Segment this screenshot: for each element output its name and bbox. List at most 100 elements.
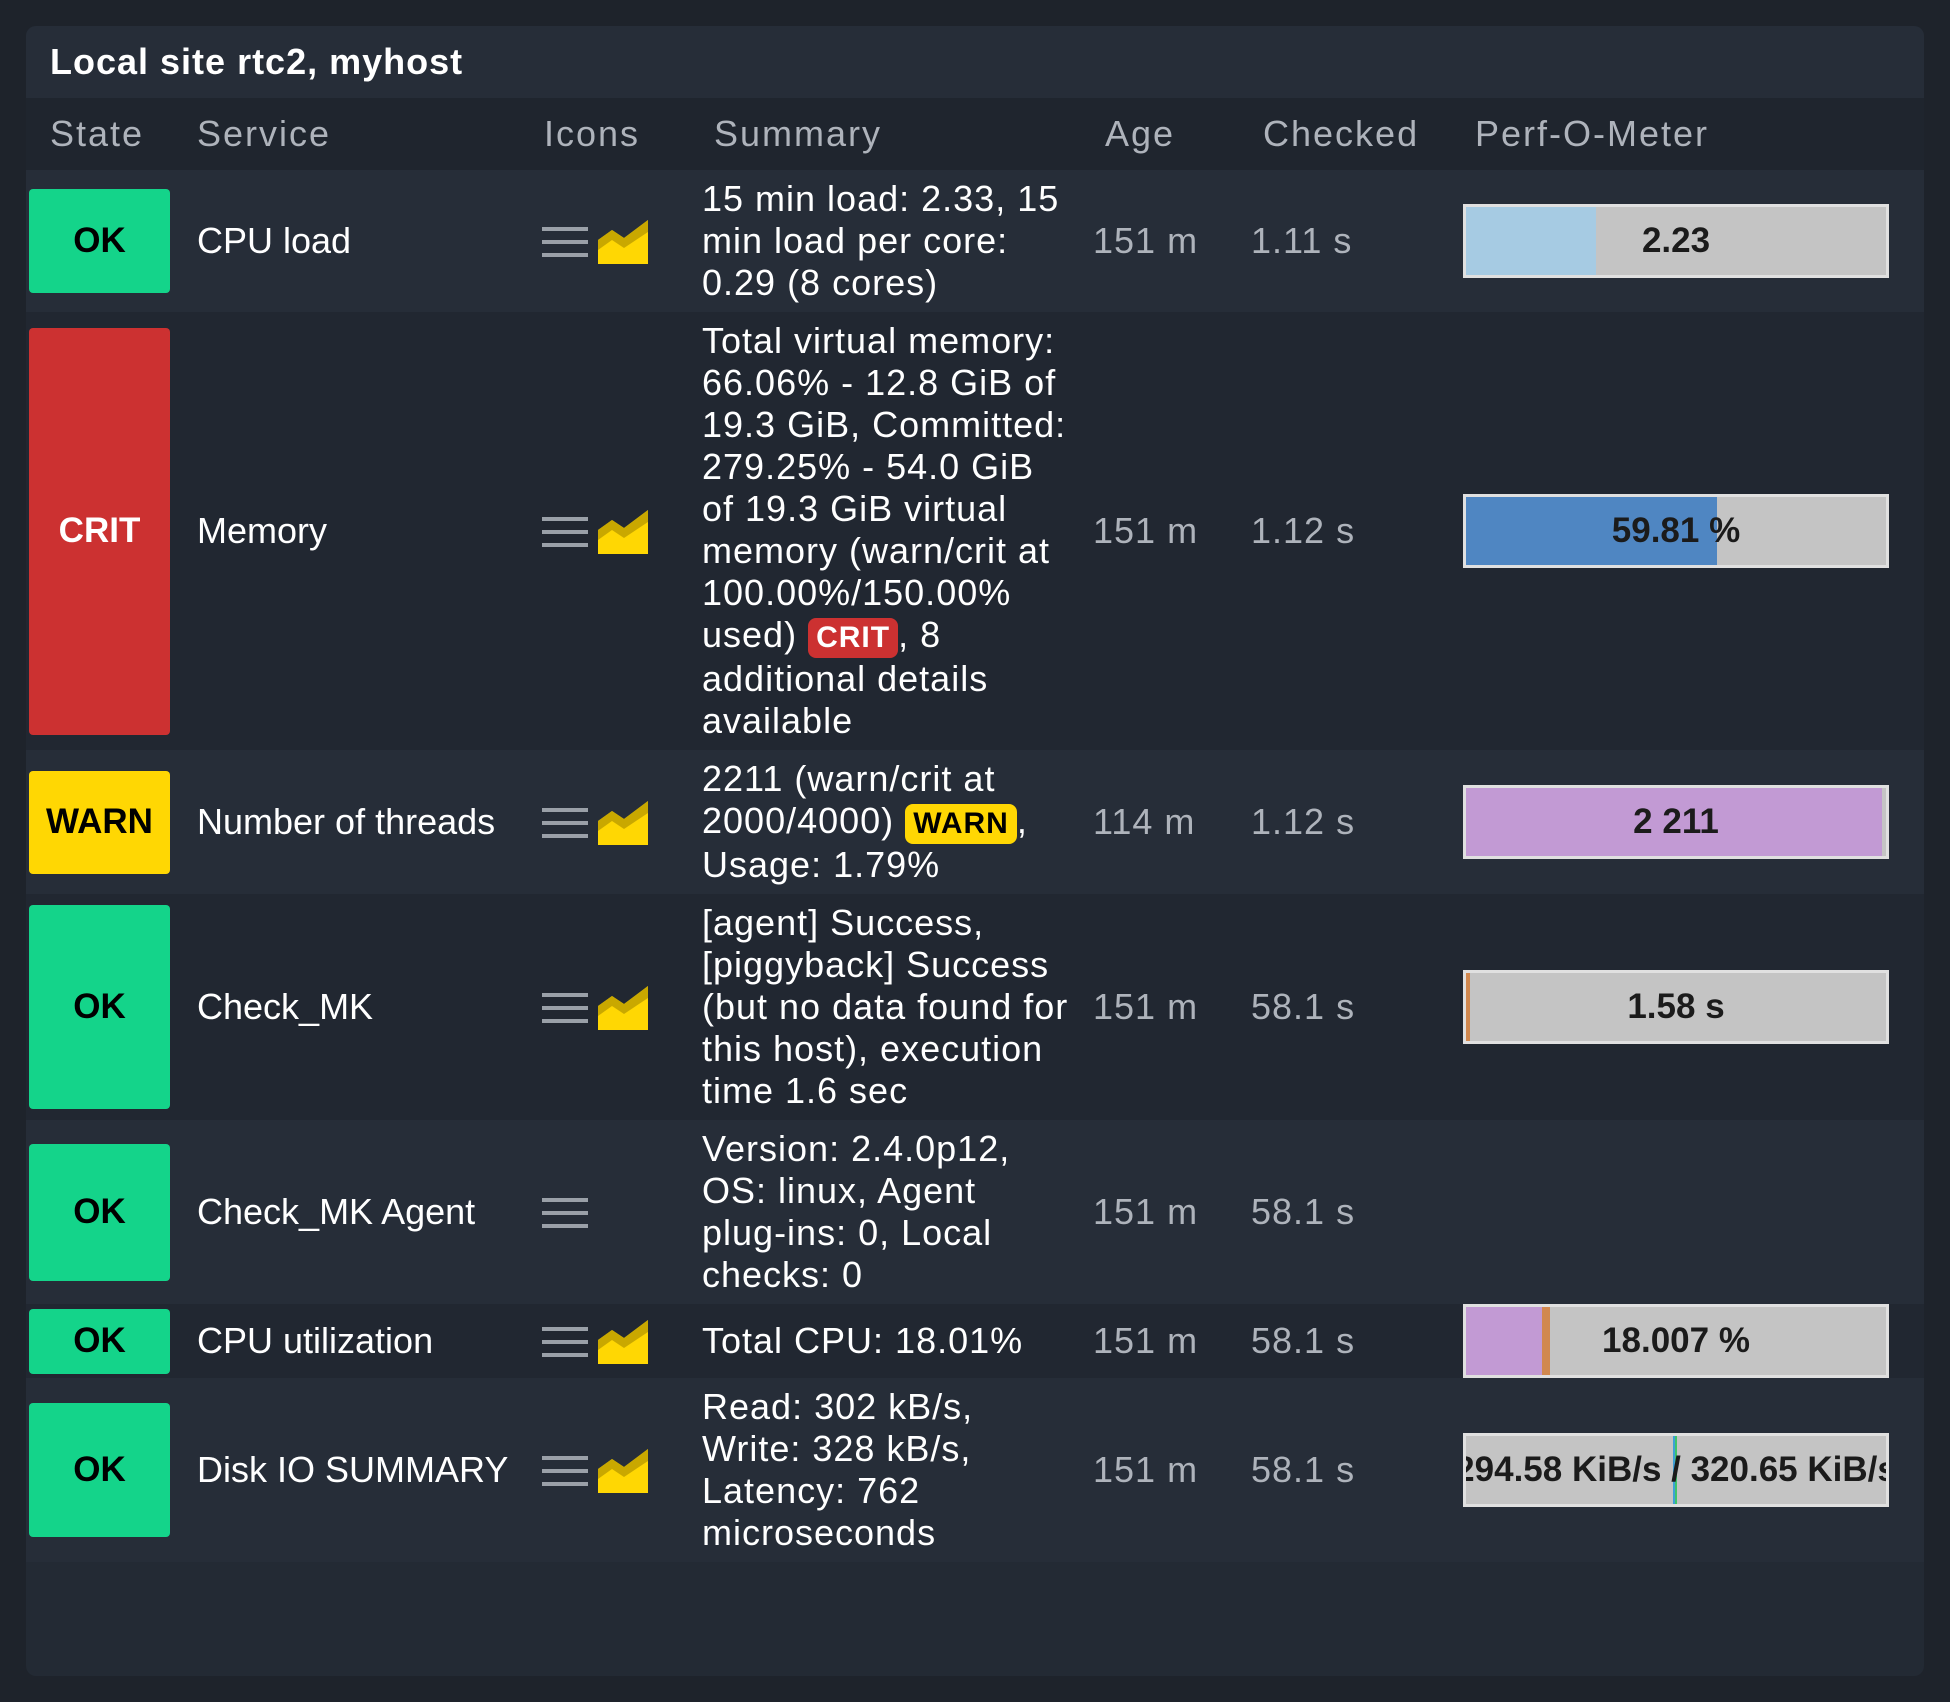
state-cell: OK: [26, 894, 173, 1120]
column-header-service[interactable]: Service: [173, 98, 520, 170]
service-name[interactable]: CPU load: [173, 170, 520, 312]
state-badge[interactable]: CRIT: [29, 327, 170, 735]
icons-cell: [520, 894, 690, 1120]
menu-icon[interactable]: [542, 1321, 588, 1361]
service-name[interactable]: Check_MK Agent: [173, 1120, 520, 1304]
state-cell: OK: [26, 1120, 173, 1304]
perf-o-meter[interactable]: 2.23: [1463, 204, 1889, 278]
icons-cell: [520, 1120, 690, 1304]
checked-cell: 1.12 s: [1239, 750, 1451, 894]
perf-o-meter[interactable]: 18.007 %: [1463, 1304, 1889, 1378]
summary-text: Total CPU: 18.01%: [702, 1320, 1024, 1361]
menu-icon[interactable]: [542, 987, 588, 1027]
graph-icon[interactable]: [598, 508, 648, 554]
summary-text: Total virtual memory: 66.06% - 12.8 GiB …: [702, 320, 1067, 655]
service-name[interactable]: CPU utilization: [173, 1304, 520, 1378]
graph-icon[interactable]: [598, 984, 648, 1030]
perf-cell: 294.58 KiB/s / 320.65 KiB/s: [1451, 1378, 1924, 1562]
state-badge[interactable]: WARN: [29, 770, 170, 874]
perf-cell: 18.007 %: [1451, 1304, 1924, 1378]
summary-cell: [agent] Success, [piggyback] Success (bu…: [690, 894, 1081, 1120]
age-cell: 151 m: [1081, 1304, 1239, 1378]
graph-icon[interactable]: [598, 218, 648, 264]
service-name[interactable]: Memory: [173, 312, 520, 750]
icons-cell: [520, 1378, 690, 1562]
state-inline-badge: CRIT: [808, 618, 899, 658]
perf-o-meter[interactable]: 1.58 s: [1463, 970, 1889, 1044]
graph-icon[interactable]: [598, 1447, 648, 1493]
perf-o-meter[interactable]: 59.81 %: [1463, 494, 1889, 568]
menu-icon[interactable]: [542, 511, 588, 551]
menu-icon[interactable]: [542, 1192, 588, 1232]
state-cell: CRIT: [26, 312, 173, 750]
checked-cell: 58.1 s: [1239, 1304, 1451, 1378]
age-cell: 151 m: [1081, 170, 1239, 312]
age-cell: 151 m: [1081, 312, 1239, 750]
state-badge[interactable]: OK: [29, 905, 170, 1109]
table-header: State Service Icons Summary Age Checked …: [26, 98, 1924, 170]
column-header-perf-o-meter[interactable]: Perf-O-Meter: [1451, 98, 1924, 170]
icons-cell: [520, 1304, 690, 1378]
age-cell: 151 m: [1081, 1120, 1239, 1304]
icons-group: [542, 1192, 690, 1232]
summary-cell: Version: 2.4.0p12, OS: linux, Agent plug…: [690, 1120, 1081, 1304]
graph-icon[interactable]: [598, 799, 648, 845]
checked-cell: 1.12 s: [1239, 312, 1451, 750]
column-header-state[interactable]: State: [26, 98, 173, 170]
icons-cell: [520, 312, 690, 750]
state-badge[interactable]: OK: [29, 1308, 170, 1374]
perf-o-meter[interactable]: 294.58 KiB/s / 320.65 KiB/s: [1463, 1433, 1889, 1507]
menu-icon[interactable]: [542, 1450, 588, 1490]
table-row: OK CPU load 15 min load: 2.33, 15 min load…: [26, 170, 1924, 312]
graph-icon[interactable]: [598, 1318, 648, 1364]
perf-cell: 2 211: [1451, 750, 1924, 894]
checked-cell: 58.1 s: [1239, 1378, 1451, 1562]
icons-group: [542, 984, 690, 1030]
perf-label: 18.007 %: [1602, 1321, 1750, 1360]
menu-icon[interactable]: [542, 802, 588, 842]
summary-text: [agent] Success, [piggyback] Success (bu…: [702, 902, 1069, 1111]
table-row: OK Disk IO SUMMARY Read: 302 kB/s, Write: …: [26, 1378, 1924, 1562]
table-row: OK CPU utilization Total CPU: 18.01% 151 m5…: [26, 1304, 1924, 1378]
perf-label: 2.23: [1641, 221, 1711, 260]
icons-cell: [520, 170, 690, 312]
state-badge[interactable]: OK: [29, 1143, 170, 1281]
state-inline-badge: WARN: [905, 804, 1017, 844]
icons-cell: [520, 750, 690, 894]
perf-label: 294.58 KiB/s / 320.65 KiB/s: [1463, 1450, 1889, 1489]
perf-o-meter[interactable]: 2 211: [1463, 785, 1889, 859]
summary-cell: 2211 (warn/crit at 2000/4000) WARN, Usag…: [690, 750, 1081, 894]
summary-text: Version: 2.4.0p12, OS: linux, Agent plug…: [702, 1128, 1011, 1295]
column-header-icons: Icons: [520, 98, 690, 170]
panel-title: Local site rtc2, myhost: [26, 26, 1924, 98]
column-header-age[interactable]: Age: [1081, 98, 1239, 170]
service-name[interactable]: Check_MK: [173, 894, 520, 1120]
perf-cell: [1451, 1120, 1924, 1304]
table-row: WARN Number of threads 2211 (warn/crit at …: [26, 750, 1924, 894]
summary-cell: 15 min load: 2.33, 15 min load per core:…: [690, 170, 1081, 312]
summary-cell: Total virtual memory: 66.06% - 12.8 GiB …: [690, 312, 1081, 750]
column-header-summary[interactable]: Summary: [690, 98, 1081, 170]
checked-cell: 1.11 s: [1239, 170, 1451, 312]
age-cell: 151 m: [1081, 1378, 1239, 1562]
summary-cell: Total CPU: 18.01%: [690, 1304, 1081, 1378]
state-cell: OK: [26, 1304, 173, 1378]
service-name[interactable]: Number of threads: [173, 750, 520, 894]
service-name[interactable]: Disk IO SUMMARY: [173, 1378, 520, 1562]
perf-label: 59.81 %: [1611, 511, 1741, 550]
icons-group: [542, 1447, 690, 1493]
summary-text: Read: 302 kB/s, Write: 328 kB/s, Latency…: [702, 1386, 974, 1553]
state-cell: OK: [26, 1378, 173, 1562]
table-row: OK Check_MK [agent] Success, [piggyback] S…: [26, 894, 1924, 1120]
icons-group: [542, 508, 690, 554]
state-badge[interactable]: OK: [29, 189, 170, 293]
perf-cell: 1.58 s: [1451, 894, 1924, 1120]
perf-label: 2 211: [1633, 802, 1719, 841]
menu-icon[interactable]: [542, 221, 588, 261]
state-cell: WARN: [26, 750, 173, 894]
service-panel: Local site rtc2, myhost State Service Ic…: [26, 26, 1924, 1676]
column-header-checked[interactable]: Checked: [1239, 98, 1451, 170]
summary-text: 15 min load: 2.33, 15 min load per core:…: [702, 178, 1060, 303]
state-badge[interactable]: OK: [29, 1403, 170, 1537]
state-cell: OK: [26, 170, 173, 312]
